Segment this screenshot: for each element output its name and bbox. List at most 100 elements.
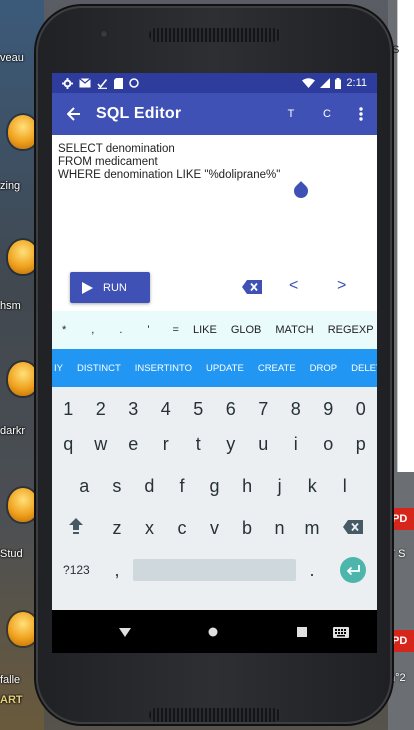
run-button[interactable]: RUN (70, 272, 150, 303)
keyboard-key[interactable]: j (263, 468, 296, 504)
keyboard-key[interactable]: 8 (280, 391, 313, 427)
query-line: SELECT denomination (58, 143, 175, 155)
dot-icon (129, 78, 139, 88)
previous-query-button[interactable]: < (289, 277, 298, 295)
keyboard-key[interactable]: r (150, 426, 183, 462)
keyboard-key[interactable]: l (329, 468, 362, 504)
operator-key[interactable]: LIKE (186, 324, 224, 336)
keyboard-key[interactable]: e (117, 426, 150, 462)
keyboard-key[interactable]: p (345, 426, 378, 462)
enter-key[interactable] (328, 552, 377, 588)
keyboard-key[interactable]: q (52, 426, 85, 462)
keyboard-key[interactable]: t (182, 426, 215, 462)
operator-key[interactable]: = (157, 324, 186, 336)
keyboard-icon (333, 626, 349, 638)
keyboard-key[interactable]: 2 (85, 391, 118, 427)
keyboard-key[interactable]: b (231, 510, 264, 546)
keyboard-key[interactable]: o (312, 426, 345, 462)
operator-key[interactable]: , (73, 324, 101, 336)
desktop-bottom-text: ART (0, 694, 23, 706)
keyboard-key[interactable]: v (198, 510, 231, 546)
operator-key[interactable]: . (101, 324, 129, 336)
period-key[interactable]: . (296, 552, 329, 588)
keyboard-key[interactable]: d (133, 468, 166, 504)
keyword-key[interactable]: DISTINCT (70, 363, 128, 374)
enter-arrow-icon (346, 564, 360, 576)
keyboard-key[interactable]: 5 (182, 391, 215, 427)
operator-key[interactable]: REGEXP (321, 324, 374, 336)
desktop-app-icon[interactable] (8, 362, 38, 396)
desktop-app-icon[interactable] (8, 240, 38, 274)
keyboard-key[interactable]: k (296, 468, 329, 504)
keyword-toolbar: IY DISTINCT INSERTINTO UPDATE CREATE DRO… (52, 349, 377, 387)
tables-action-button[interactable]: T (273, 108, 309, 120)
shift-icon (69, 518, 84, 534)
keyboard-key[interactable]: h (231, 468, 264, 504)
download-icon (97, 78, 108, 89)
keyboard-key[interactable]: x (133, 510, 166, 546)
desktop-icon-label: 7 S (389, 548, 406, 560)
keyboard-key[interactable]: i (280, 426, 313, 462)
text-cursor-handle[interactable] (291, 181, 311, 201)
nav-recents-button[interactable] (292, 622, 312, 642)
keyboard-key[interactable]: u (247, 426, 280, 462)
overflow-menu-button[interactable] (345, 107, 377, 121)
keyboard-key[interactable]: f (166, 468, 199, 504)
keyboard-key[interactable]: 7 (247, 391, 280, 427)
keyboard-key[interactable]: 0 (345, 391, 378, 427)
keyboard-key[interactable]: z (101, 510, 134, 546)
app-bar: SQL Editor T C (52, 93, 377, 135)
desktop-app-icon[interactable] (8, 115, 38, 149)
sd-card-icon (114, 77, 123, 89)
space-bar[interactable] (133, 559, 296, 581)
backspace-icon (242, 280, 262, 294)
operator-key[interactable]: * (52, 324, 73, 336)
keyboard-key[interactable]: y (215, 426, 248, 462)
operator-key[interactable]: MATCH (268, 324, 320, 336)
keyword-key[interactable]: IY (52, 363, 70, 374)
columns-action-button[interactable]: C (309, 108, 345, 120)
keyboard-key[interactable]: g (198, 468, 231, 504)
system-nav-bar (52, 610, 377, 653)
signal-icon (320, 78, 331, 88)
operator-key[interactable]: GLOB (224, 324, 269, 336)
more-vertical-icon (359, 107, 363, 121)
play-icon (82, 281, 93, 294)
keyboard-key[interactable]: 4 (150, 391, 183, 427)
battery-icon (335, 77, 342, 89)
query-line: FROM medicament (58, 156, 158, 168)
front-camera (100, 30, 108, 38)
operator-key[interactable]: ' (129, 324, 156, 336)
clear-query-button[interactable] (242, 280, 262, 299)
keyboard-key[interactable]: 9 (312, 391, 345, 427)
shift-key[interactable] (52, 510, 101, 546)
nav-back-button[interactable] (115, 622, 135, 642)
keyword-key[interactable]: UPDATE (199, 363, 251, 374)
keyword-key[interactable]: DROP (303, 363, 344, 374)
keyboard-key[interactable]: w (85, 426, 118, 462)
desktop-app-icon[interactable] (8, 488, 38, 522)
keyboard-key[interactable]: 6 (215, 391, 248, 427)
keyboard-switch-button[interactable] (331, 622, 351, 642)
delete-key[interactable] (328, 510, 377, 546)
pdf-file-icon[interactable]: PD (391, 630, 414, 652)
keyword-key[interactable]: DELETE (344, 363, 377, 374)
square-icon (297, 627, 307, 637)
keyboard-key[interactable]: c (166, 510, 199, 546)
symbols-key[interactable]: ?123 (52, 552, 101, 588)
keyboard-key[interactable]: s (101, 468, 134, 504)
keyword-key[interactable]: INSERTINTO (128, 363, 199, 374)
keyboard-key[interactable]: 3 (117, 391, 150, 427)
keyword-key[interactable]: CREATE (251, 363, 303, 374)
keyboard-key[interactable]: 1 (52, 391, 85, 427)
comma-key[interactable]: , (101, 552, 134, 588)
enter-key-circle (339, 557, 366, 583)
pdf-file-icon[interactable]: PD (391, 508, 414, 530)
keyboard-key[interactable]: a (68, 468, 101, 504)
keyboard-key[interactable]: m (296, 510, 329, 546)
back-button[interactable] (52, 93, 96, 135)
nav-home-button[interactable] (203, 622, 223, 642)
next-query-button[interactable]: > (337, 277, 346, 295)
keyboard-key[interactable]: n (263, 510, 296, 546)
desktop-app-icon[interactable] (8, 612, 38, 646)
